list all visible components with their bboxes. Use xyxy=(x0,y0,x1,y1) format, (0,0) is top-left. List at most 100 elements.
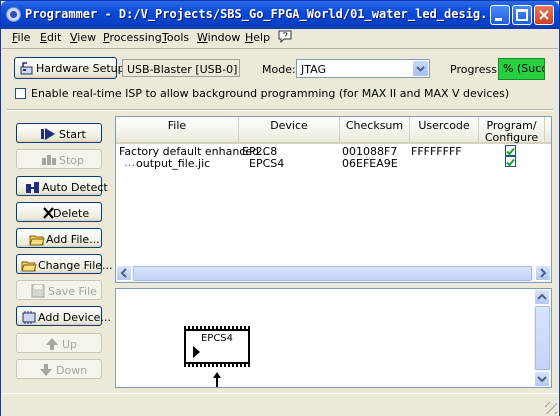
menu-view[interactable]: View xyxy=(70,31,96,44)
column-header-usercode-label: Usercode xyxy=(418,119,470,132)
horizontal-scroll-thumb[interactable] xyxy=(133,266,532,281)
chip-bottom-pins xyxy=(184,364,250,367)
menu-window[interactable]: Window xyxy=(197,31,240,44)
isp-checkbox[interactable] xyxy=(15,88,26,99)
resize-grip-icon[interactable] xyxy=(545,402,557,414)
checkmark-icon xyxy=(506,147,515,156)
status-bar xyxy=(1,393,559,416)
add-file-icon xyxy=(29,232,45,249)
horizontal-scrollbar[interactable] xyxy=(116,265,551,282)
change-file-button[interactable]: Change File... xyxy=(16,254,113,275)
column-header-program[interactable]: Program/Configure xyxy=(479,117,545,144)
menu-help-label: elp xyxy=(253,31,271,44)
arrow-up-icon xyxy=(45,337,59,354)
chevron-up-icon xyxy=(537,293,547,300)
close-button[interactable] xyxy=(534,5,554,25)
chevron-down-icon[interactable] xyxy=(413,61,428,76)
device-table: File Device Checksum Usercode Program/Co… xyxy=(115,116,552,283)
menu-window-key: W xyxy=(197,31,208,44)
device-chip-label: EPCS4 xyxy=(200,333,234,344)
tree-connector-icon: … xyxy=(124,156,135,169)
start-button[interactable]: Start xyxy=(16,123,102,143)
checkmark-icon xyxy=(506,158,515,167)
maximize-button[interactable] xyxy=(512,5,532,25)
up-button[interactable]: Up xyxy=(16,333,102,353)
column-header-usercode[interactable]: Usercode xyxy=(410,117,479,144)
device-chip[interactable]: EPCS4 xyxy=(184,329,250,364)
program-checkbox[interactable] xyxy=(505,156,516,167)
column-header-file-label: File xyxy=(167,119,187,132)
progress-bar: % (Succes xyxy=(498,58,545,80)
auto-detect-button[interactable]: Auto Detect xyxy=(16,176,108,197)
save-file-label: Save File xyxy=(48,285,97,298)
auto-detect-icon xyxy=(25,180,41,197)
play-triangle-icon xyxy=(193,346,200,358)
hardware-setup-label: Hardware Setup... xyxy=(36,62,136,75)
toolbar-divider-highlight xyxy=(7,110,553,111)
row-usercode: FFFFFFFF xyxy=(411,145,462,158)
change-file-icon xyxy=(21,258,37,275)
vertical-scrollbar[interactable] xyxy=(534,289,551,387)
scroll-down-button[interactable] xyxy=(534,371,550,387)
app-icon xyxy=(6,7,21,22)
mode-select[interactable]: JTAG xyxy=(296,59,430,78)
chain-diagram: EPCS4 xyxy=(115,288,552,388)
column-header-device[interactable]: Device xyxy=(239,117,340,144)
program-checkbox[interactable] xyxy=(505,145,516,156)
scroll-right-button[interactable] xyxy=(535,265,551,281)
menu-processing-label: rocessing xyxy=(109,31,162,44)
delete-label: Delete xyxy=(53,207,90,220)
context-help-icon[interactable] xyxy=(278,30,292,46)
close-icon xyxy=(539,10,549,20)
menu-view-label: iew xyxy=(77,31,97,44)
menu-processing[interactable]: Processing xyxy=(103,31,162,44)
mode-label: Mode: xyxy=(262,63,296,76)
arrow-up-icon xyxy=(213,372,221,387)
vertical-scroll-thumb[interactable] xyxy=(535,306,550,370)
auto-detect-label: Auto Detect xyxy=(42,181,108,194)
column-header-device-label: Device xyxy=(270,119,308,132)
stop-button[interactable]: Stop xyxy=(16,149,102,169)
down-label: Down xyxy=(56,364,88,377)
menu-edit-key: E xyxy=(40,31,47,44)
hardware-setup-button[interactable]: Hardware Setup... xyxy=(14,57,135,79)
down-button[interactable]: Down xyxy=(16,359,102,379)
scroll-left-button[interactable] xyxy=(116,265,132,281)
column-header-file[interactable]: File xyxy=(116,117,239,144)
row-checksum: 06EFEA9E xyxy=(342,157,398,170)
chevron-right-icon xyxy=(540,268,547,278)
save-file-button[interactable]: Save File xyxy=(16,280,102,300)
column-header-program-line2: Configure xyxy=(484,131,539,144)
menu-help[interactable]: Help xyxy=(245,31,270,44)
stop-icon xyxy=(41,153,57,170)
isp-label: Enable real-time ISP to allow background… xyxy=(31,87,510,100)
menu-tools[interactable]: Tools xyxy=(162,31,189,44)
column-header-checksum[interactable]: Checksum xyxy=(340,117,410,144)
add-file-button[interactable]: Add File... xyxy=(16,228,102,248)
menu-bar: File Edit View Processing Tools Window H… xyxy=(2,29,558,47)
up-label: Up xyxy=(62,338,78,351)
add-device-label: Add Device... xyxy=(38,311,111,324)
delete-button[interactable]: Delete xyxy=(16,202,102,222)
minimize-button[interactable] xyxy=(490,5,510,25)
menu-tools-label: ools xyxy=(166,31,190,44)
chevron-left-icon xyxy=(120,268,127,278)
maximize-icon xyxy=(516,9,528,21)
row-file: output_file.jic xyxy=(136,157,211,170)
programmer-window: Programmer - D:/V_Projects/SBS_Go_FPGA_W… xyxy=(0,0,560,416)
hardware-bar: Hardware Setup... USB-Blaster [USB-0] Mo… xyxy=(2,49,558,109)
menu-window-label: indow xyxy=(207,31,241,44)
stop-label: Stop xyxy=(59,154,85,167)
add-file-label: Add File... xyxy=(46,233,100,246)
menu-file[interactable]: File xyxy=(12,31,30,44)
add-device-icon xyxy=(21,310,37,327)
hardware-adapter-field: USB-Blaster [USB-0] xyxy=(122,59,240,77)
add-device-button[interactable]: Add Device... xyxy=(16,306,111,327)
hardware-icon xyxy=(19,61,34,79)
scroll-up-button[interactable] xyxy=(534,289,550,305)
menu-edit[interactable]: Edit xyxy=(40,31,61,44)
column-header-program-line1: Program/ xyxy=(486,119,537,132)
title-bar[interactable]: Programmer - D:/V_Projects/SBS_Go_FPGA_W… xyxy=(1,1,559,29)
column-header-checksum-label: Checksum xyxy=(345,119,404,132)
progress-label: Progress: xyxy=(450,63,501,76)
